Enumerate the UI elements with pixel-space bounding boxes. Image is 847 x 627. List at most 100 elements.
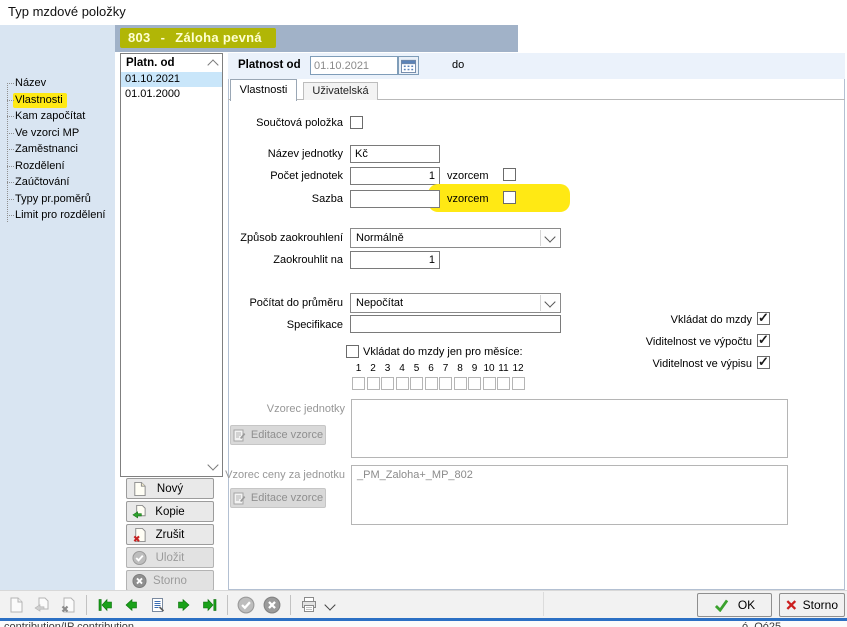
month-checkbox xyxy=(367,377,380,390)
sidebar: Název Vlastnosti Kam započítat Ve vzorci… xyxy=(0,25,115,590)
sidebar-item-label: Název xyxy=(15,77,46,89)
sum-item-label: Součtová položka xyxy=(180,117,343,129)
rate-input[interactable] xyxy=(350,190,440,208)
insert-to-wage-label: Vkládat do mzdy xyxy=(552,314,752,326)
storno-button[interactable]: Storno xyxy=(779,593,845,617)
list-item[interactable]: 01.01.2000 xyxy=(121,87,222,102)
copy-icon xyxy=(34,597,50,613)
sidebar-item-zamestnanci[interactable]: Zaměstnanci xyxy=(15,141,106,158)
nav-next-button[interactable] xyxy=(172,594,194,616)
sidebar-item-kam-zapocitat[interactable]: Kam započítat xyxy=(15,108,106,125)
sidebar-item-vlastnosti[interactable]: Vlastnosti xyxy=(15,92,106,109)
nav-last-button[interactable] xyxy=(198,594,220,616)
view-record-button[interactable] xyxy=(146,594,168,616)
nav-prev-button[interactable] xyxy=(120,594,142,616)
visibility-calc-checkbox[interactable] xyxy=(757,334,770,347)
save-record-button: Uložit xyxy=(126,547,214,568)
status-left-text: contribution/IP contribution xyxy=(4,621,134,627)
unit-name-label: Název jednotky xyxy=(180,148,343,160)
toolbar-separator xyxy=(86,595,87,615)
toolbar-save-button xyxy=(235,594,257,616)
print-button[interactable] xyxy=(298,594,320,616)
calendar-icon xyxy=(401,59,416,73)
month-checkbox xyxy=(381,377,394,390)
month-number: 8 xyxy=(454,363,467,374)
price-formula-textarea: _PM_Zaloha+_MP_802 xyxy=(351,465,788,525)
rate-formula-checkbox[interactable] xyxy=(503,191,516,204)
month-checkbox xyxy=(410,377,423,390)
month-checkbox xyxy=(483,377,496,390)
sidebar-item-limit-rozdeleni[interactable]: Limit pro rozdělení xyxy=(15,207,106,224)
specification-input[interactable] xyxy=(350,315,561,333)
insert-to-wage-checkbox[interactable] xyxy=(757,312,770,325)
cancel-icon xyxy=(132,573,147,589)
visibility-report-checkbox[interactable] xyxy=(757,356,770,369)
toolbar-cancel-button xyxy=(261,594,283,616)
history-list-header: Platn. od xyxy=(121,54,222,72)
rounding-method-value: Normálně xyxy=(356,232,404,244)
nav-first-button[interactable] xyxy=(94,594,116,616)
toolbar-delete-button xyxy=(57,594,79,616)
copy-record-button[interactable]: Kopie xyxy=(126,501,214,522)
unit-formula-textarea xyxy=(351,399,788,458)
sidebar-item-label: Vlastnosti xyxy=(15,94,63,106)
edit-formula-button-label: Editace vzorce xyxy=(251,429,323,441)
list-item[interactable]: 01.10.2021 xyxy=(121,72,222,87)
unit-count-formula-checkbox[interactable] xyxy=(503,168,516,181)
unit-count-input[interactable] xyxy=(350,167,440,185)
rounding-method-select[interactable]: Normálně xyxy=(350,228,561,248)
edit-formula-icon xyxy=(233,492,246,505)
average-select[interactable]: Nepočítat xyxy=(350,293,561,313)
sidebar-item-label: Ve vzorci MP xyxy=(15,127,79,139)
round-to-label: Zaokrouhlit na xyxy=(180,254,343,266)
month-number: 5 xyxy=(410,363,423,374)
prev-record-icon xyxy=(123,597,140,613)
month-number: 7 xyxy=(439,363,452,374)
button-label: Zrušit xyxy=(156,529,185,541)
months-only-checkbox[interactable] xyxy=(346,345,359,358)
status-strip: contribution/IP contribution ó. Oó25 xyxy=(0,621,847,627)
unit-name-input[interactable] xyxy=(350,145,440,163)
record-header-band: 803-Záloha pevná xyxy=(115,25,518,52)
month-checkbox xyxy=(497,377,510,390)
button-label: Kopie xyxy=(155,506,184,518)
sidebar-item-nazev[interactable]: Název xyxy=(15,75,106,92)
delete-icon xyxy=(132,527,147,543)
toolbar-separator xyxy=(227,595,228,615)
month-numbers-row: 1 2 3 4 5 6 7 8 9 10 11 12 xyxy=(352,363,525,374)
sidebar-item-rozdeleni[interactable]: Rozdělení xyxy=(15,158,106,175)
new-record-button[interactable]: Nový xyxy=(126,478,214,499)
sidebar-item-ve-vzorci-mp[interactable]: Ve vzorci MP xyxy=(15,125,106,142)
button-label: Uložit xyxy=(156,552,185,564)
validity-from-label: Platnost od xyxy=(238,59,301,71)
delete-record-button[interactable]: Zrušit xyxy=(126,524,214,545)
dropdown-button[interactable] xyxy=(540,230,559,246)
validity-to-label: do xyxy=(452,59,464,71)
sidebar-item-zauctovani[interactable]: Zaúčtování xyxy=(15,174,106,191)
tab-uzivatelska[interactable]: Uživatelská xyxy=(303,82,378,100)
sidebar-item-label: Kam započítat xyxy=(15,110,85,122)
sum-item-checkbox[interactable] xyxy=(350,116,363,129)
calendar-button[interactable] xyxy=(398,56,419,75)
toolbar-copy-button xyxy=(31,594,53,616)
record-dash: - xyxy=(161,30,166,45)
delete-icon xyxy=(60,597,76,613)
specification-label: Specifikace xyxy=(180,319,343,331)
edit-price-formula-button: Editace vzorce xyxy=(230,488,326,508)
unit-count-label: Počet jednotek xyxy=(180,170,343,182)
month-number: 1 xyxy=(352,363,365,374)
tab-vlastnosti[interactable]: Vlastnosti xyxy=(230,79,297,101)
first-record-icon xyxy=(97,597,114,613)
new-page-icon xyxy=(8,597,24,613)
next-record-icon xyxy=(175,597,192,613)
month-checkbox xyxy=(439,377,452,390)
sidebar-item-label: Zaúčtování xyxy=(15,176,69,188)
month-number: 4 xyxy=(396,363,409,374)
print-dropdown-button[interactable] xyxy=(324,594,336,616)
round-to-input[interactable] xyxy=(350,251,440,269)
ok-button[interactable]: OK xyxy=(697,593,772,617)
save-icon xyxy=(237,596,255,614)
sidebar-item-typy-pomeru[interactable]: Typy pr.poměrů xyxy=(15,191,106,208)
month-number: 9 xyxy=(468,363,481,374)
dropdown-button[interactable] xyxy=(540,295,559,311)
